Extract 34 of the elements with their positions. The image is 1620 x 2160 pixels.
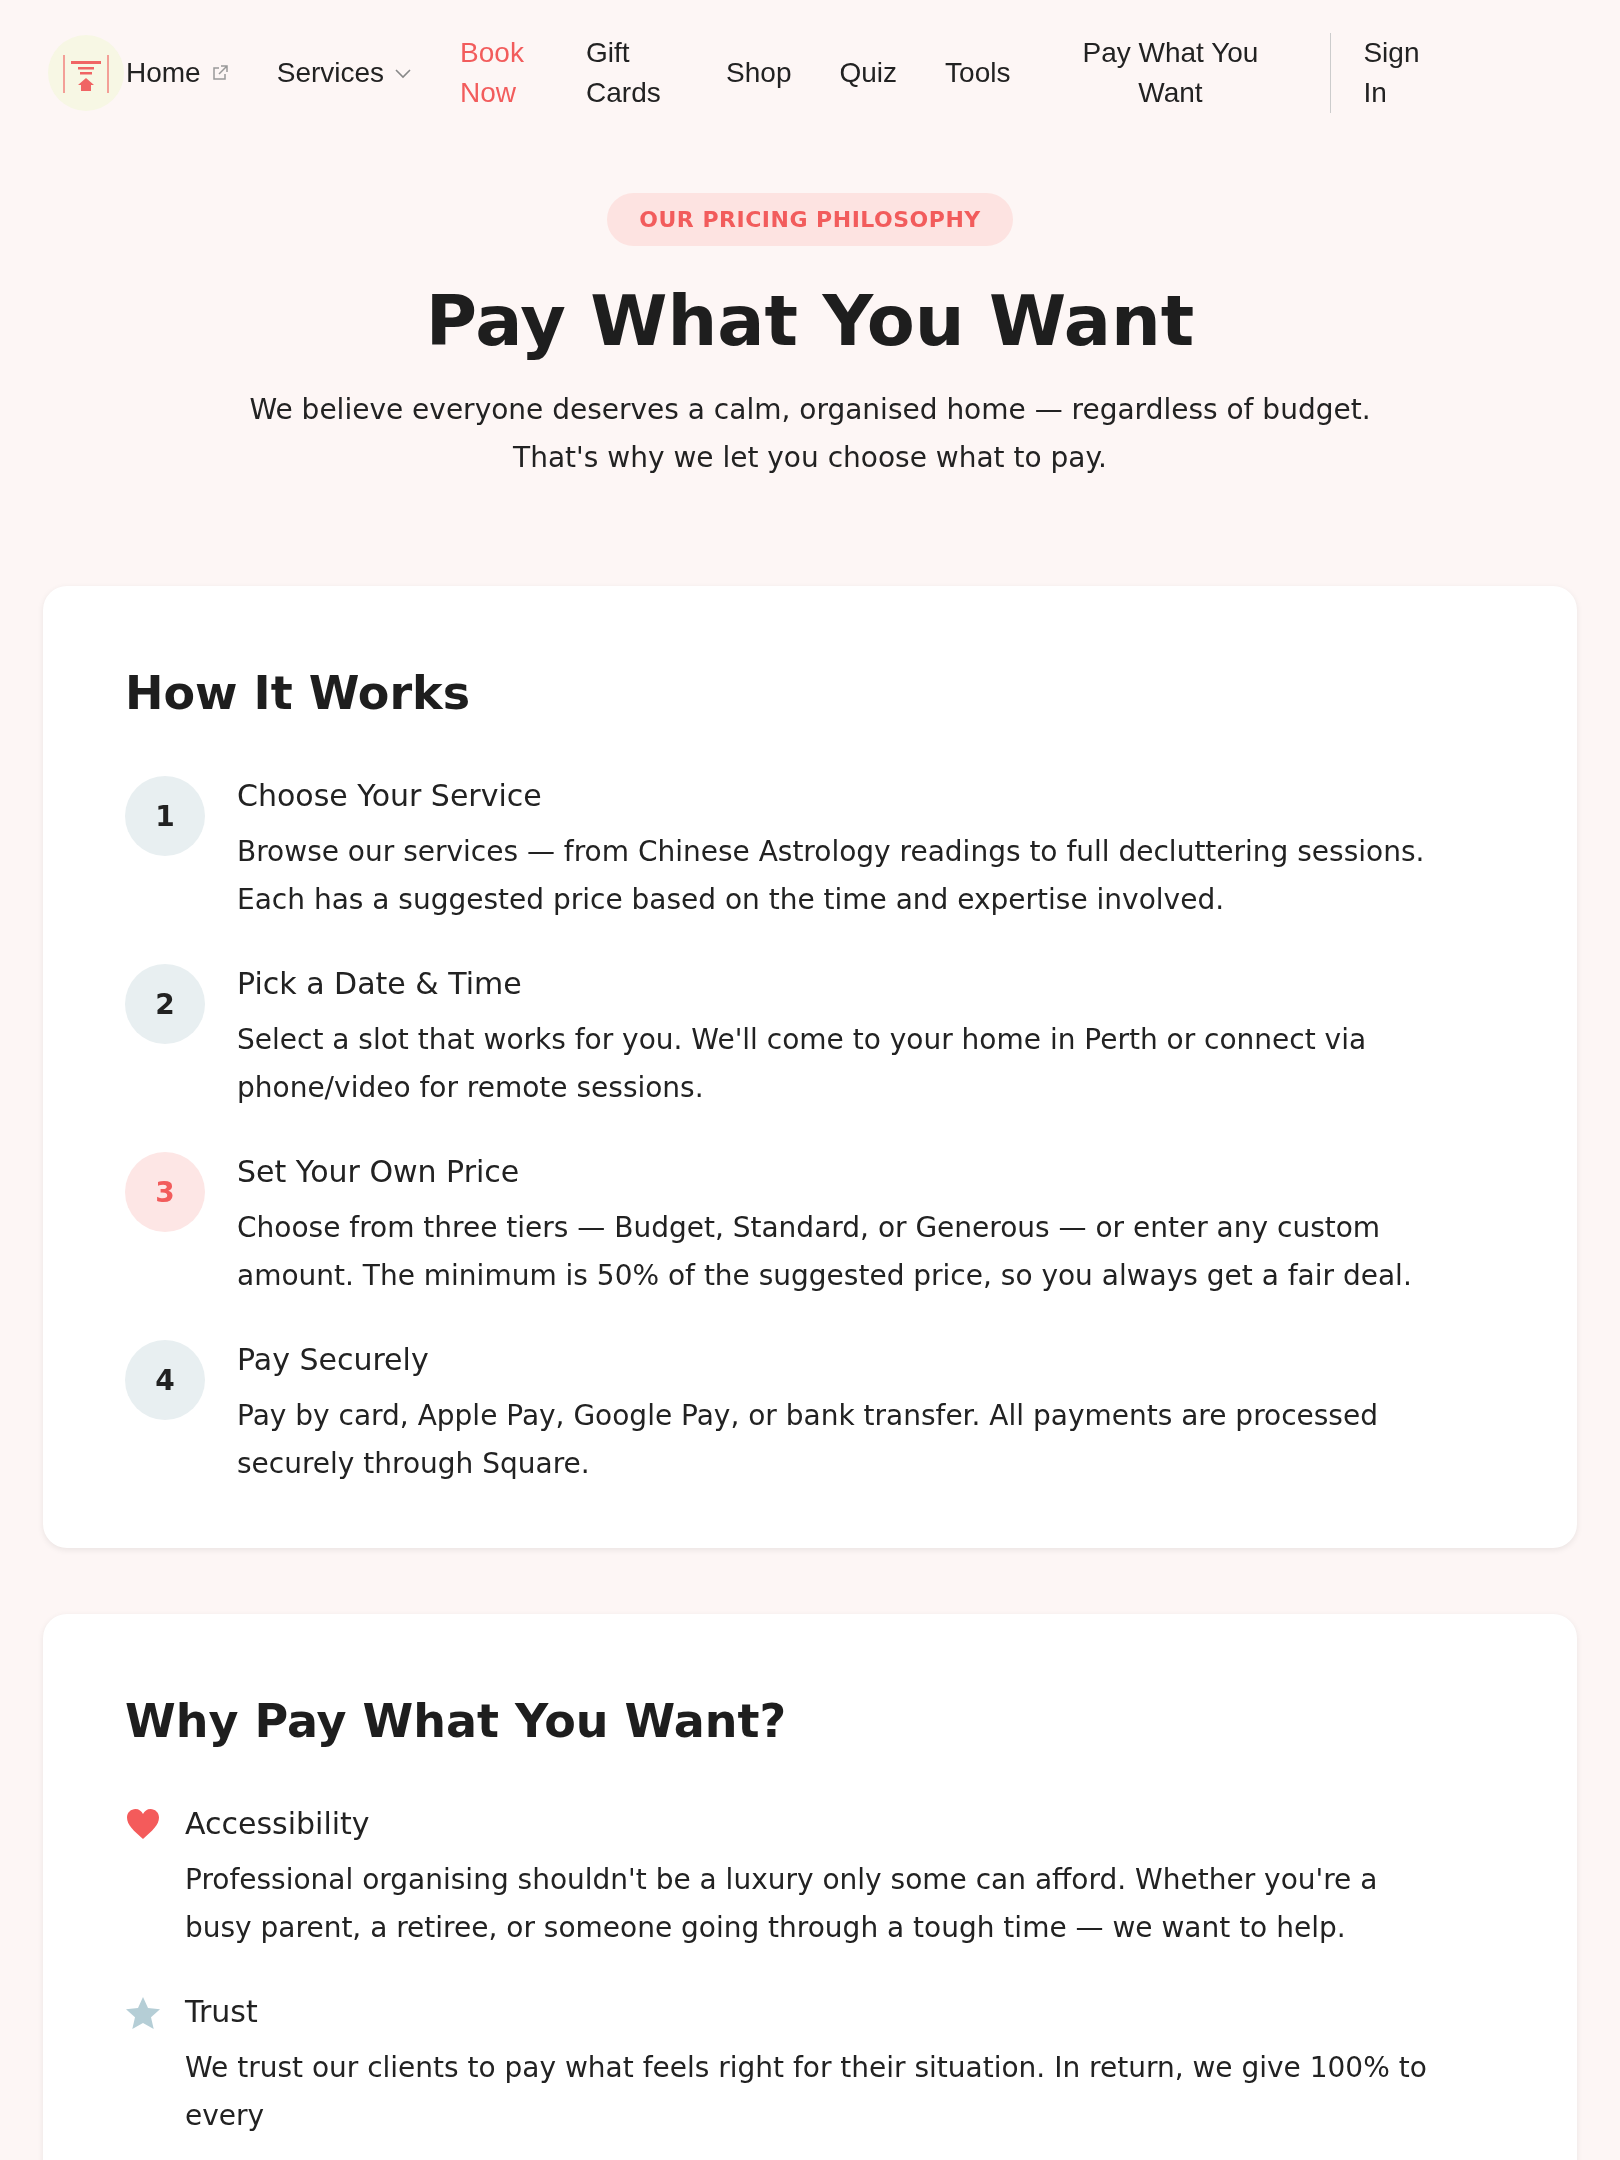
reason-description: Professional organising shouldn't be a luxury only some can afford. Whether you're a busy parent, a retiree, or someone going through a tough time — we want to help. — [185, 1862, 1379, 1946]
step-description: Choose from three tiers — Budget, Standard, or Generous — or enter any custom amount. The minimum is 50% of the suggested price, so you always get a fair deal. — [237, 1210, 1413, 1294]
reason-description: We trust our clients to pay what feels right for their situation. In return, we give 100% to every — [185, 2050, 1428, 2134]
nav-link[interactable]: Shop — [726, 52, 792, 93]
external-link-icon — [210, 63, 229, 82]
section-heading: How It Works — [125, 666, 472, 720]
step-number: 1 — [125, 776, 205, 856]
nav-link[interactable]: Quiz — [839, 52, 898, 93]
star-icon — [125, 1996, 161, 2030]
step-description: Browse our services — from Chinese Astrology readings to full decluttering sessions. Each has a suggested price based on the time and expertise involved. — [237, 834, 1426, 918]
step-number: 3 — [125, 1152, 205, 1232]
intro-text: We believe everyone deserves a calm, organised home — regardless of budget. — [249, 392, 1371, 428]
step-title: Pay Securely — [237, 1341, 430, 1379]
section-badge: OUR PRICING PHILOSOPHY — [607, 193, 1013, 246]
chevron-down-icon — [394, 66, 413, 79]
nav-link[interactable]: Gift Cards — [586, 32, 677, 113]
heart-icon — [126, 1808, 160, 1840]
intro-text: That's why we let you choose what to pay. — [513, 440, 1107, 476]
step-number: 4 — [125, 1340, 205, 1420]
step-description: Pay by card, Apple Pay, Google Pay, or bank transfer. All payments are processed securely through Square. — [237, 1398, 1379, 1482]
step-title: Choose Your Service — [237, 777, 543, 815]
sign-in-link[interactable]: Sign In — [1363, 32, 1424, 113]
reason-title: Accessibility — [185, 1805, 371, 1843]
nav-link[interactable]: Home — [126, 52, 229, 93]
reason-title: Trust — [185, 1993, 259, 2031]
step-number: 2 — [125, 964, 205, 1044]
page-title: Pay What You Want — [425, 280, 1195, 362]
step-description: Select a slot that works for you. We'll come to your home in Perth or connect via phone/video for remote sessions. — [237, 1022, 1368, 1106]
step-title: Set Your Own Price — [237, 1153, 521, 1191]
nav-link[interactable]: Services — [276, 52, 413, 93]
step-title: Pick a Date & Time — [237, 965, 523, 1003]
section-heading: Why Pay What You Want? — [125, 1694, 788, 1748]
nav-link[interactable]: Tools — [945, 52, 1011, 93]
nav-link[interactable]: Pay What You Want — [1070, 32, 1271, 113]
